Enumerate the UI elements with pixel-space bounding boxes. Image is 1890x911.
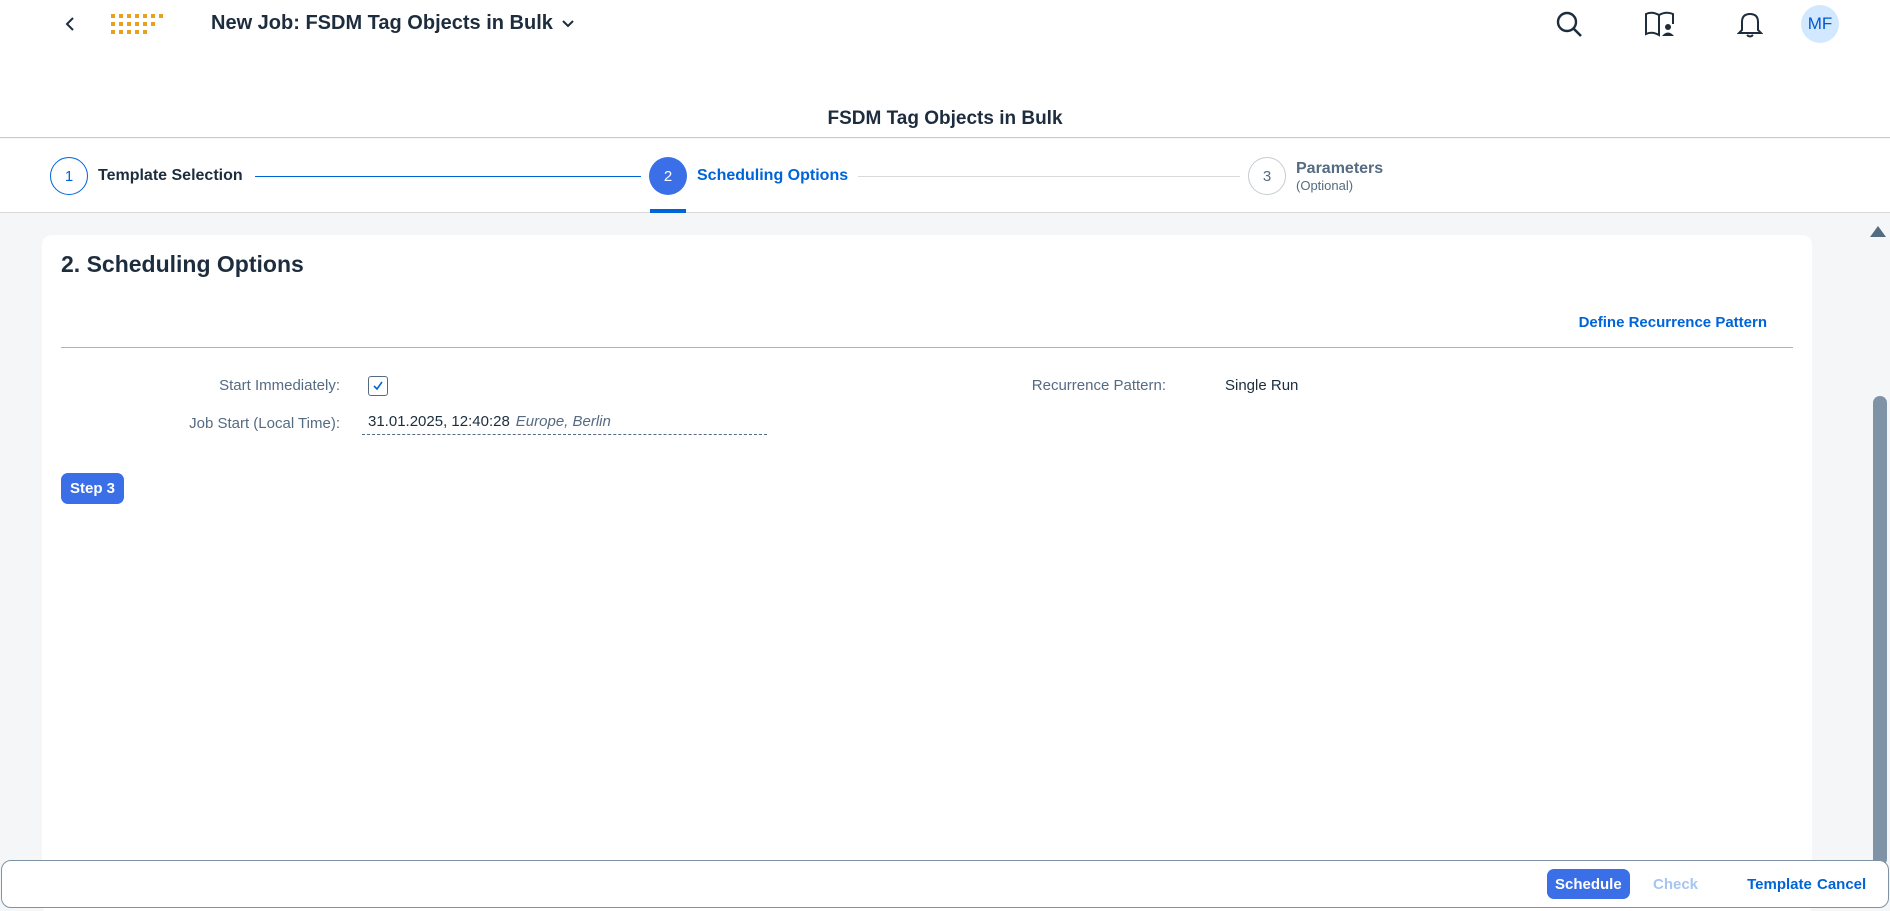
footer-toolbar: Schedule Check Template Cancel [1, 860, 1889, 908]
scroll-up-arrow[interactable] [1870, 226, 1886, 237]
wizard-step-template-selection[interactable]: 1 Template Selection [50, 157, 243, 195]
wizard-step-parameters[interactable]: 3 Parameters (Optional) [1248, 157, 1383, 195]
app-title: New Job: FSDM Tag Objects in Bulk [211, 12, 553, 34]
step-3-button[interactable]: Step 3 [61, 473, 125, 504]
back-button[interactable] [56, 10, 84, 38]
bell-icon [1737, 12, 1763, 38]
search-icon [1556, 11, 1582, 37]
recurrence-pattern-label: Recurrence Pattern: [1031, 377, 1166, 394]
back-icon [65, 17, 74, 31]
page-title: FSDM Tag Objects in Bulk [827, 108, 1063, 129]
define-recurrence-pattern-link[interactable]: Define Recurrence Pattern [1579, 314, 1767, 331]
cancel-button[interactable]: Cancel [1809, 869, 1866, 899]
scheduling-options-section: 2. Scheduling Options Define Recurrence … [42, 235, 1812, 911]
job-start-datetime-field[interactable]: 31.01.2025, 12:40:28 Europe, Berlin [362, 411, 767, 435]
checkmark-icon [373, 381, 383, 391]
step-sublabel: (Optional) [1296, 177, 1354, 193]
active-step-indicator [650, 209, 686, 213]
section-title: 2. Scheduling Options [61, 251, 304, 277]
step-number: 3 [1248, 157, 1286, 195]
section-divider [61, 347, 1793, 348]
job-start-timezone: Europe, Berlin [515, 413, 611, 430]
job-start-value: 31.01.2025, 12:40:28 [368, 413, 510, 430]
help-book-icon [1645, 11, 1674, 37]
wizard-step-scheduling-options[interactable]: 2 Scheduling Options [649, 157, 848, 195]
step-label-group: Parameters (Optional) [1296, 160, 1383, 193]
step-connector [255, 176, 641, 177]
job-start-label: Job Start (Local Time): [189, 415, 340, 432]
shell-header: New Job: FSDM Tag Objects in Bulk MF [0, 0, 1890, 48]
help-button[interactable] [1644, 8, 1676, 40]
recurrence-pattern-value: Single Run [1225, 377, 1299, 394]
step-label: Template Selection [98, 167, 243, 184]
search-button[interactable] [1553, 8, 1585, 40]
start-immediately-label: Start Immediately: [219, 377, 340, 394]
step-label: Scheduling Options [697, 167, 849, 184]
notifications-button[interactable] [1734, 8, 1766, 40]
chevron-down-icon [562, 19, 574, 27]
app-title-menu[interactable]: New Job: FSDM Tag Objects in Bulk [211, 12, 575, 35]
start-immediately-checkbox[interactable] [368, 376, 388, 396]
step-number: 1 [50, 157, 88, 195]
step-label: Parameters [1296, 159, 1384, 177]
schedule-button[interactable]: Schedule [1547, 869, 1630, 899]
user-avatar[interactable]: MF [1801, 5, 1839, 43]
app-launcher-logo[interactable] [111, 12, 167, 38]
step-number: 2 [649, 157, 687, 195]
scrollbar-thumb[interactable] [1873, 396, 1887, 866]
check-button[interactable]: Check [1645, 869, 1706, 899]
page-header: FSDM Tag Objects in Bulk [0, 48, 1890, 138]
step-connector [858, 176, 1240, 177]
wizard-progress-bar: 1 Template Selection 2 Scheduling Option… [0, 139, 1890, 213]
